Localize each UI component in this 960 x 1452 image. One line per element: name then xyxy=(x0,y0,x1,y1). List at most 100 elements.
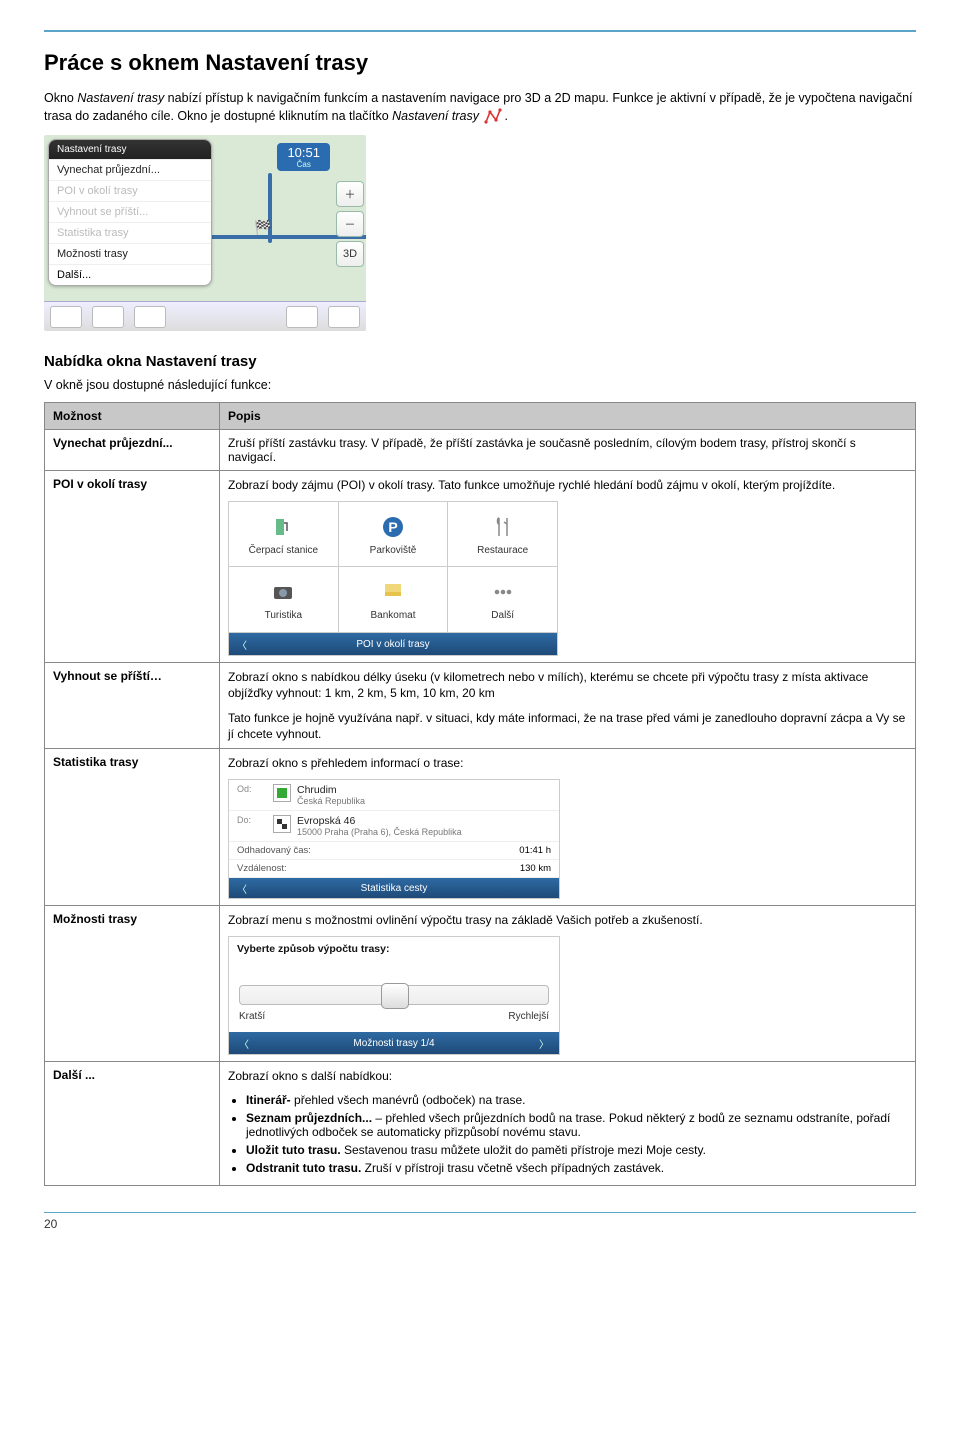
page-number: 20 xyxy=(44,1217,57,1231)
chevron-left-icon[interactable]: 〈 xyxy=(237,637,247,652)
toolbar-button[interactable] xyxy=(92,306,124,328)
route-settings-icon xyxy=(484,108,502,124)
intro-period: . xyxy=(504,109,507,123)
table-header-option: Možnost xyxy=(45,403,220,430)
cell-desc-text: Zobrazí menu s možnostmi ovlinění výpočt… xyxy=(228,912,907,928)
cell-desc: Zobrazí okno s další nabídkou: Itinerář-… xyxy=(220,1062,916,1185)
table-row: Vyhnout se příští… Zobrazí okno s nabídk… xyxy=(45,663,916,749)
clock-time: 10:51 xyxy=(287,145,320,160)
route-options-titlebar-label: Možnosti trasy 1/4 xyxy=(353,1038,434,1049)
route-options-titlebar: 〈 Možnosti trasy 1/4 〉 xyxy=(229,1032,559,1054)
zoom-in-button[interactable]: ＋ xyxy=(336,181,364,207)
cell-desc: Zobrazí body zájmu (POI) v okolí trasy. … xyxy=(220,471,916,663)
toolbar-button[interactable] xyxy=(328,306,360,328)
poi-cell-restaurant[interactable]: Restaurace xyxy=(448,501,558,567)
clock-badge: 10:51 Čas xyxy=(277,143,330,171)
page-title: Práce s oknem Nastavení trasy xyxy=(44,50,916,76)
stats-eta-value: 01:41 h xyxy=(519,845,551,856)
list-item: Itinerář- přehled všech manévrů (odboček… xyxy=(246,1093,907,1107)
cell-desc: Zobrazí okno s nabídkou délky úseku (v k… xyxy=(220,663,916,749)
stats-dist-row: Vzdálenost: 130 km xyxy=(229,860,559,878)
poi-panel: Čerpací stanice P Parkoviště Restaurace xyxy=(228,501,558,656)
page-footer: 20 xyxy=(44,1212,916,1231)
stats-eta-row: Odhadovaný čas: 01:41 h xyxy=(229,842,559,860)
route-options-panel: Vyberte způsob výpočtu trasy: Kratší Ryc… xyxy=(228,936,560,1055)
route-settings-menu: Nastavení trasy Vynechat průjezdní... PO… xyxy=(48,139,212,286)
more-icon xyxy=(489,578,517,606)
intro-paragraph: Okno Nastavení trasy nabízí přístup k na… xyxy=(44,90,916,125)
menu-item[interactable]: Možnosti trasy xyxy=(49,243,211,264)
parking-icon: P xyxy=(379,513,407,541)
poi-titlebar: 〈 POI v okolí trasy xyxy=(228,633,558,656)
cell-option: POI v okolí trasy xyxy=(45,471,220,663)
menu-item: Vyhnout se příští... xyxy=(49,201,211,222)
fuel-icon xyxy=(269,513,297,541)
flag-dest-icon xyxy=(273,815,291,833)
poi-titlebar-label: POI v okolí trasy xyxy=(356,639,429,650)
poi-cell-atm[interactable]: Bankomat xyxy=(339,567,449,633)
stats-to-row: Do: Evropská 46 15000 Praha (Praha 6), Č… xyxy=(229,811,559,842)
cell-option: Statistika trasy xyxy=(45,748,220,905)
cell-desc-p1: Zobrazí okno s nabídkou délky úseku (v k… xyxy=(228,669,907,701)
table-row: Statistika trasy Zobrazí okno s přehlede… xyxy=(45,748,916,905)
intro-italic-1: Nastavení trasy xyxy=(77,91,164,105)
slider-label-right: Rychlejší xyxy=(508,1011,549,1022)
restaurant-icon xyxy=(489,513,517,541)
poi-cell-parking[interactable]: P Parkoviště xyxy=(339,501,449,567)
cell-desc: Zobrazí menu s možnostmi ovlinění výpočt… xyxy=(220,906,916,1062)
menu-item: Statistika trasy xyxy=(49,222,211,243)
cell-desc-p2: Tato funkce je hojně využívána např. v s… xyxy=(228,710,907,742)
poi-cell-fuel[interactable]: Čerpací stanice xyxy=(228,501,339,567)
list-item: Seznam průjezdních... – přehled všech pr… xyxy=(246,1111,907,1139)
camera-icon xyxy=(269,578,297,606)
options-table: Možnost Popis Vynechat průjezdní... Zruš… xyxy=(44,402,916,1186)
cell-option: Vyhnout se příští… xyxy=(45,663,220,749)
stats-to-street: Evropská 46 xyxy=(297,815,551,827)
toolbar-button[interactable] xyxy=(286,306,318,328)
svg-text:P: P xyxy=(388,519,397,535)
poi-cell-more[interactable]: Další xyxy=(448,567,558,633)
section-subtitle: V okně jsou dostupné následující funkce: xyxy=(44,378,916,392)
destination-flag-icon: 🏁 xyxy=(254,219,271,236)
map-toolbar xyxy=(44,301,366,331)
intro-text-2: nabízí přístup k navigačním funkcím a na… xyxy=(44,91,913,123)
toolbar-button[interactable] xyxy=(134,306,166,328)
poi-cell-tourism[interactable]: Turistika xyxy=(228,567,339,633)
chevron-right-icon[interactable]: 〉 xyxy=(539,1036,549,1051)
menu-item[interactable]: Další... xyxy=(49,264,211,285)
toolbar-button[interactable] xyxy=(50,306,82,328)
cell-desc: Zruší příští zastávku trasy. V případě, … xyxy=(220,430,916,471)
table-row: POI v okolí trasy Zobrazí body zájmu (PO… xyxy=(45,471,916,663)
table-row: Další ... Zobrazí okno s další nabídkou:… xyxy=(45,1062,916,1185)
intro-text: Okno xyxy=(44,91,77,105)
table-row: Možnosti trasy Zobrazí menu s možnostmi … xyxy=(45,906,916,1062)
view-3d-button[interactable]: 3D xyxy=(336,241,364,267)
menu-item: POI v okolí trasy xyxy=(49,180,211,201)
table-row: Vynechat průjezdní... Zruší příští zastá… xyxy=(45,430,916,471)
zoom-out-button[interactable]: － xyxy=(336,211,364,237)
top-rule xyxy=(44,30,916,32)
slider-label-left: Kratší xyxy=(239,1011,265,1022)
stats-to-city: 15000 Praha (Praha 6), Česká Republika xyxy=(297,827,551,837)
cell-desc-text: Zobrazí body zájmu (POI) v okolí trasy. … xyxy=(228,477,907,493)
clock-sublabel: Čas xyxy=(287,160,320,169)
chevron-left-icon[interactable]: 〈 xyxy=(239,1036,249,1051)
list-item: Uložit tuto trasu. Sestavenou trasu může… xyxy=(246,1143,907,1157)
stats-from-country: Česká Republika xyxy=(297,796,551,806)
cell-option: Další ... xyxy=(45,1062,220,1185)
nav-screenshot: 🏁 10:51 Čas ＋ － 3D Nastavení trasy Vynec… xyxy=(44,135,366,331)
route-type-slider[interactable]: Kratší Rychlejší xyxy=(239,985,549,1022)
cell-option: Vynechat průjezdní... xyxy=(45,430,220,471)
section-title: Nabídka okna Nastavení trasy xyxy=(44,353,916,370)
slider-track[interactable] xyxy=(239,985,549,1005)
stats-from-row: Od: Chrudim Česká Republika xyxy=(229,780,559,811)
map-side-buttons: ＋ － 3D xyxy=(336,181,362,267)
slider-thumb[interactable] xyxy=(381,983,409,1009)
cell-desc: Zobrazí okno s přehledem informací o tra… xyxy=(220,748,916,905)
more-options-list: Itinerář- přehled všech manévrů (odboček… xyxy=(246,1093,907,1175)
menu-item[interactable]: Vynechat průjezdní... xyxy=(49,159,211,180)
route-options-header: Vyberte způsob výpočtu trasy: xyxy=(229,937,559,961)
cell-desc-text: Zobrazí okno s přehledem informací o tra… xyxy=(228,755,907,771)
chevron-left-icon[interactable]: 〈 xyxy=(237,881,247,896)
intro-italic-2: Nastavení trasy xyxy=(392,109,479,123)
